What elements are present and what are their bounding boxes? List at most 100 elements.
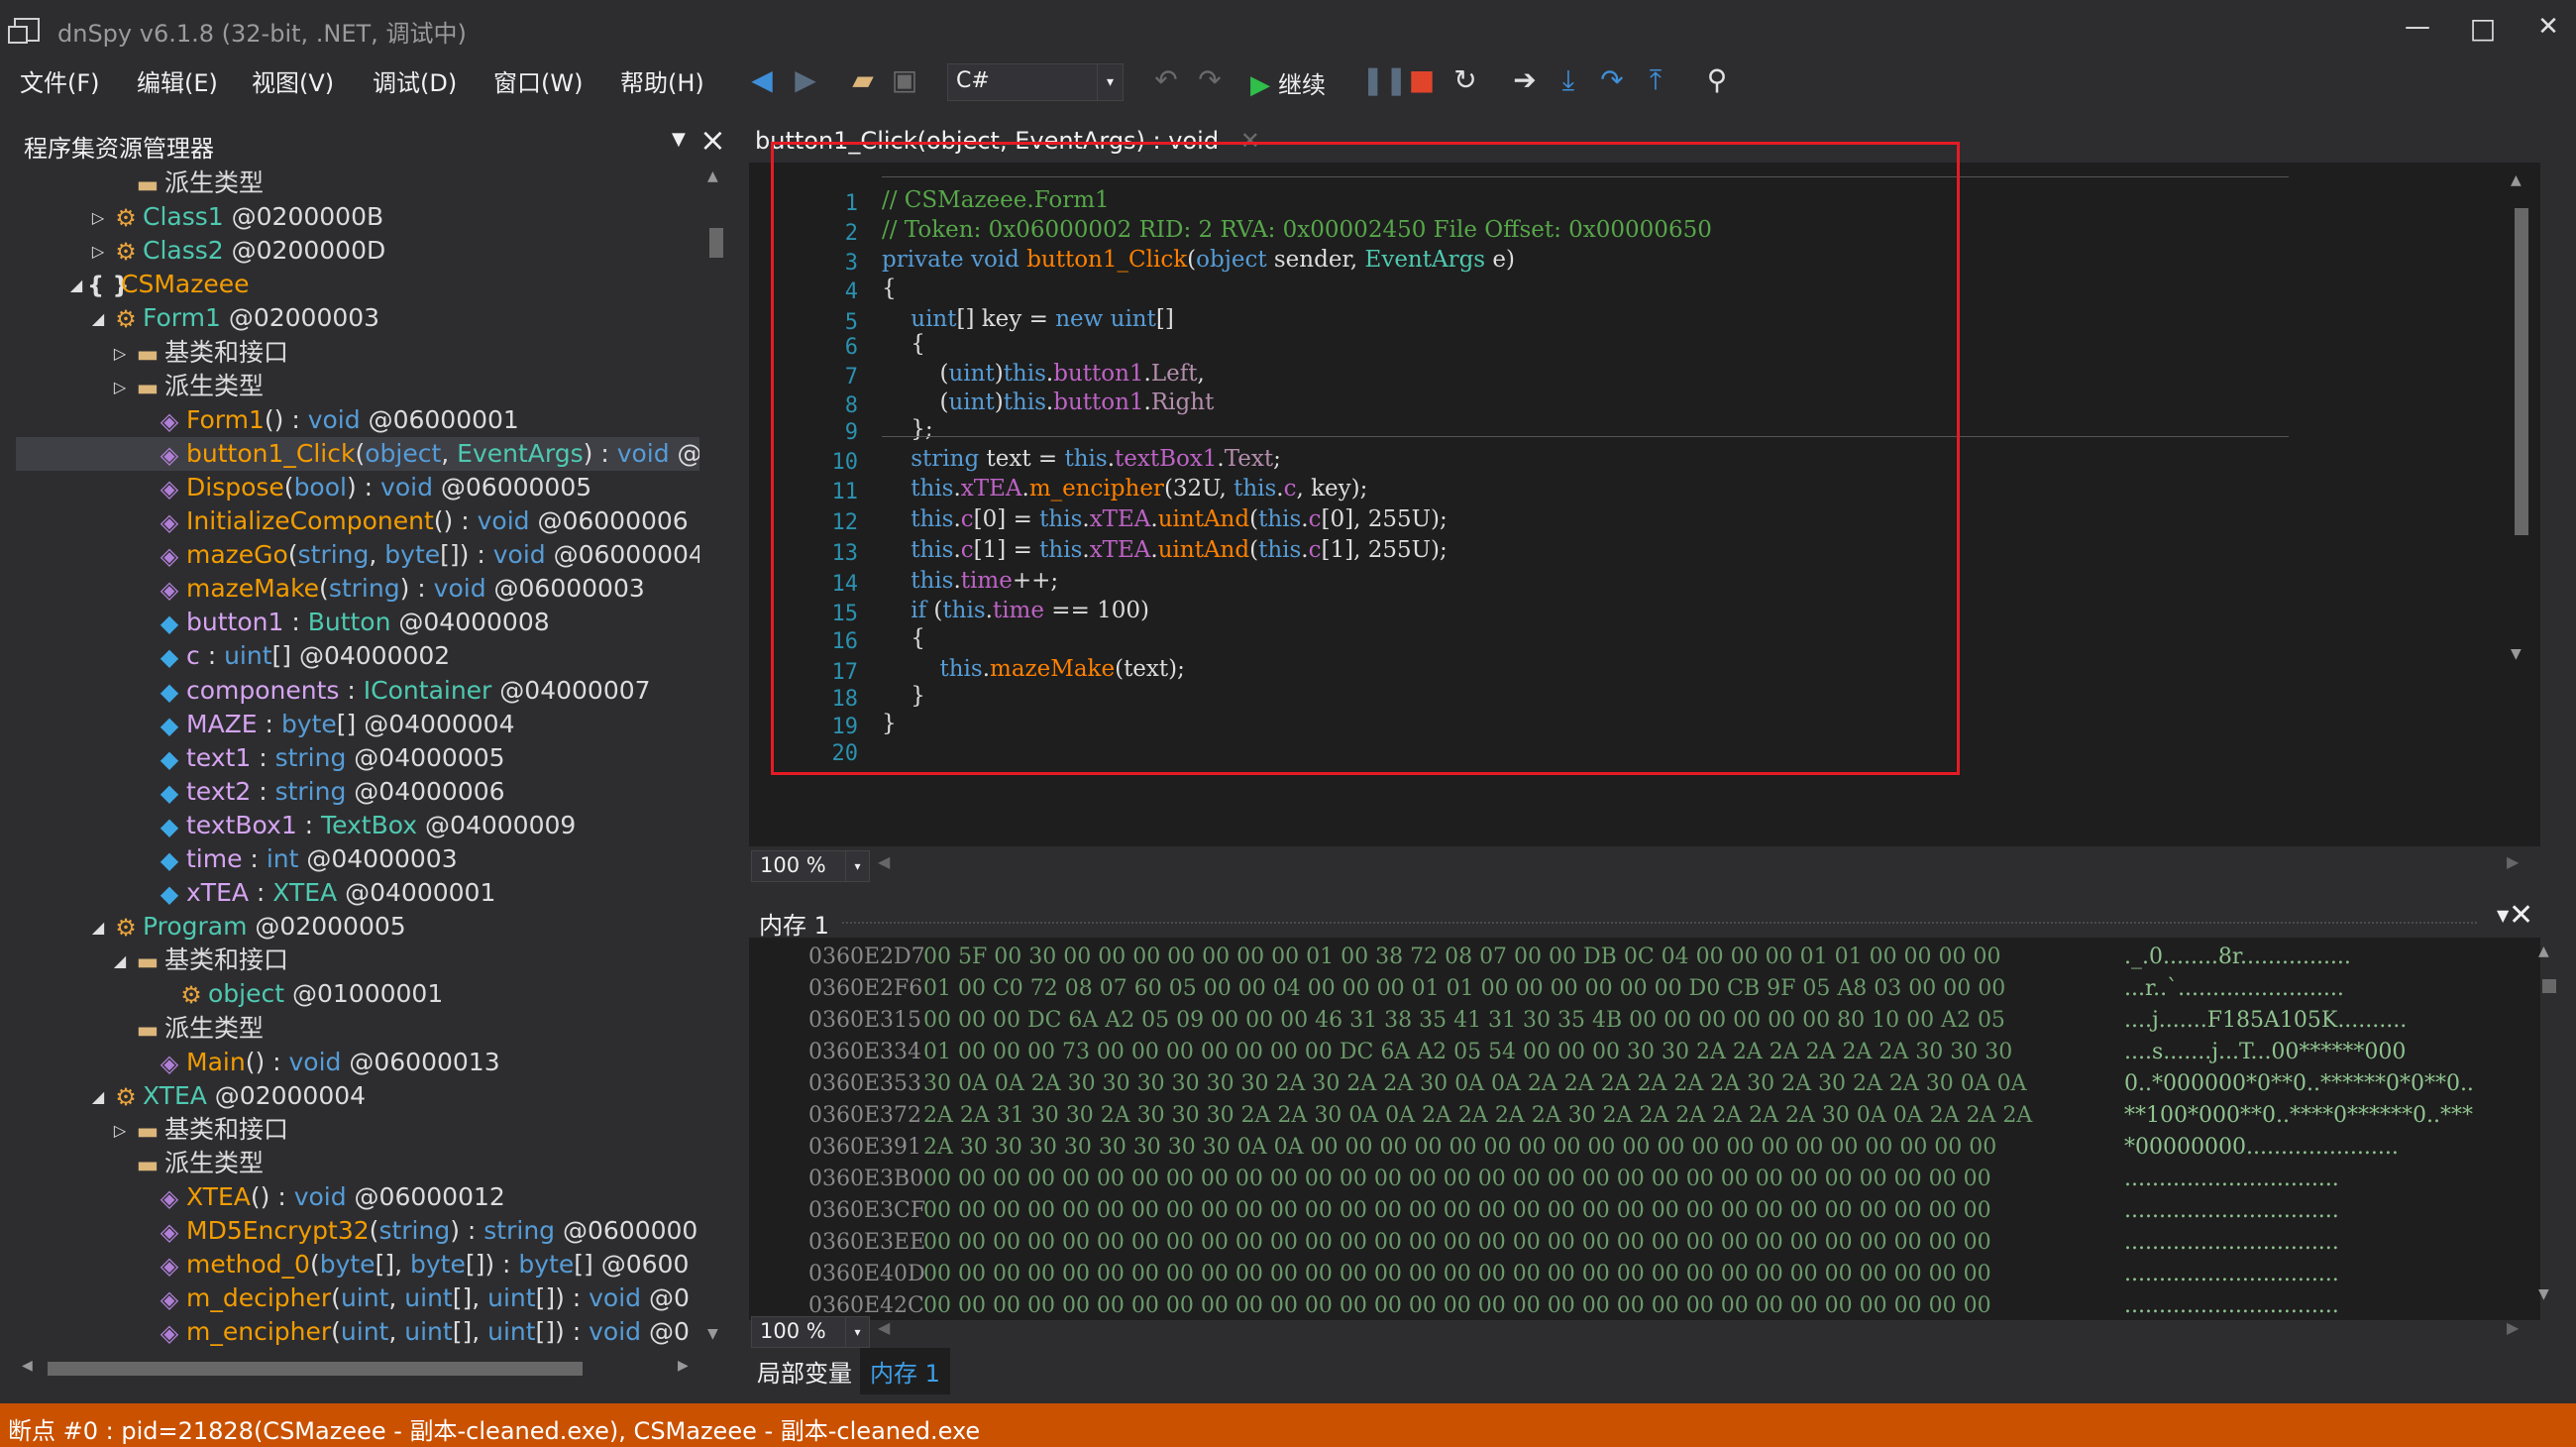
- tree-node[interactable]: ◈ Dispose(bool) : void @06000005: [16, 471, 699, 504]
- memory-row[interactable]: 0360E3EE 00 00 00 00 00 00 00 00 00 00 00…: [749, 1227, 2532, 1259]
- tab-locals[interactable]: 局部变量: [757, 1354, 852, 1389]
- memory-row[interactable]: 0360E315 00 00 00 DC 6A A2 05 09 00 00 00…: [749, 1005, 2532, 1037]
- expand-arrow-icon[interactable]: ▷: [87, 235, 109, 269]
- memory-row[interactable]: 0360E42C 00 00 00 00 00 00 00 00 00 00 00…: [749, 1290, 2532, 1320]
- memory-ascii[interactable]: *00000000......................: [2124, 1132, 2399, 1164]
- explorer-vertical-scrollbar[interactable]: ▲ ▼: [705, 167, 727, 1346]
- memory-zoom-select[interactable]: 100 % ▾: [751, 1316, 870, 1348]
- memory-row[interactable]: 0360E2F6 01 00 C0 72 08 07 60 05 00 00 04…: [749, 973, 2532, 1005]
- memory-row[interactable]: 0360E40D 00 00 00 00 00 00 00 00 00 00 00…: [749, 1259, 2532, 1290]
- memory-row[interactable]: 0360E353 30 0A 0A 2A 30 30 30 30 30 30 2A…: [749, 1068, 2532, 1100]
- scroll-down-icon[interactable]: ▼: [2511, 646, 2522, 662]
- search-icon[interactable]: ⚲: [1700, 63, 1734, 96]
- tree-node[interactable]: ◈ m_decipher(uint, uint[], uint[]) : void…: [16, 1281, 699, 1315]
- scroll-down-icon[interactable]: ▼: [707, 1326, 718, 1342]
- memory-row[interactable]: 0360E334 01 00 00 00 73 00 00 00 00 00 00…: [749, 1037, 2532, 1068]
- memory-hex-bytes[interactable]: 01 00 C0 72 08 07 60 05 00 00 04 00 00 0…: [923, 973, 2005, 1005]
- tree-node[interactable]: ◈ InitializeComponent() : void @06000006: [16, 504, 699, 538]
- memory-ascii[interactable]: 0..*000000*0**0..******0*0**0..: [2124, 1068, 2474, 1100]
- memory-ascii[interactable]: ...............................: [2124, 1195, 2339, 1227]
- chevron-down-icon[interactable]: ▼: [2497, 906, 2509, 925]
- tree-node[interactable]: ◆ xTEA : XTEA @04000001: [16, 876, 699, 910]
- menu-window[interactable]: 窗口(W): [493, 63, 583, 98]
- scroll-down-icon[interactable]: ▼: [2538, 1286, 2549, 1302]
- memory-ascii[interactable]: ....j.......F185A105K..........: [2124, 1005, 2407, 1037]
- scroll-thumb[interactable]: [2542, 979, 2556, 993]
- step-out-icon[interactable]: ⤒: [1639, 63, 1672, 97]
- tree-node[interactable]: ▬ 派生类型: [16, 1147, 699, 1180]
- memory-hex-bytes[interactable]: 30 0A 0A 2A 30 30 30 30 30 30 2A 30 2A 2…: [923, 1068, 2027, 1100]
- memory-hex-view[interactable]: 0360E2D7 00 5F 00 30 00 00 00 00 00 00 00…: [749, 938, 2540, 1320]
- tree-node[interactable]: ▬ 派生类型: [16, 1012, 699, 1046]
- expand-arrow-icon[interactable]: ▷: [109, 1114, 131, 1148]
- editor-zoom-select[interactable]: 100 % ▾: [751, 850, 870, 882]
- menu-view[interactable]: 视图(V): [252, 63, 334, 98]
- open-icon[interactable]: ▰: [846, 63, 880, 96]
- tab-memory1[interactable]: 内存 1: [860, 1348, 950, 1394]
- tree-node[interactable]: ◢ ⚙ Program @02000005: [16, 910, 699, 944]
- memory-hex-bytes[interactable]: 00 00 00 00 00 00 00 00 00 00 00 00 00 0…: [923, 1290, 1991, 1320]
- explorer-horizontal-scrollbar[interactable]: ◀ ▶: [16, 1358, 699, 1380]
- memory-ascii[interactable]: **100*000**0..****0******0..***: [2124, 1100, 2473, 1132]
- menu-debug[interactable]: 调试(D): [373, 63, 457, 98]
- scroll-left-icon[interactable]: ◀: [878, 1318, 890, 1337]
- step-over-icon[interactable]: ↷: [1595, 63, 1629, 96]
- forward-icon[interactable]: ▶: [789, 63, 822, 96]
- memory-row[interactable]: 0360E2D7 00 5F 00 30 00 00 00 00 00 00 00…: [749, 942, 2532, 973]
- memory-hex-bytes[interactable]: 00 00 00 00 00 00 00 00 00 00 00 00 00 0…: [923, 1259, 1991, 1290]
- tree-node[interactable]: ◈ button1_Click(object, EventArgs) : void…: [16, 436, 699, 471]
- expand-arrow-icon[interactable]: ▷: [87, 201, 109, 235]
- tree-node[interactable]: ◈ m_encipher(uint, uint[], uint[]) : void…: [16, 1315, 699, 1349]
- scroll-thumb[interactable]: [48, 1362, 583, 1376]
- memory-ascii[interactable]: ....s.......j...T...00******000: [2124, 1037, 2406, 1068]
- tree-node[interactable]: ◆ c : uint[] @04000002: [16, 639, 699, 673]
- tree-node[interactable]: ◈ Main() : void @06000013: [16, 1046, 699, 1079]
- memory-row[interactable]: 0360E372 2A 2A 31 30 30 2A 30 30 30 2A 2A…: [749, 1100, 2532, 1132]
- language-select[interactable]: C# ▾: [947, 63, 1124, 101]
- tree-node[interactable]: ◆ time : int @04000003: [16, 842, 699, 876]
- tree-node[interactable]: ◆ text2 : string @04000006: [16, 775, 699, 809]
- back-icon[interactable]: ◀: [745, 63, 779, 96]
- memory-hex-bytes[interactable]: 00 00 00 00 00 00 00 00 00 00 00 00 00 0…: [923, 1195, 1991, 1227]
- memory-ascii[interactable]: ...............................: [2124, 1290, 2339, 1320]
- tree-node[interactable]: ◈ XTEA() : void @06000012: [16, 1180, 699, 1214]
- memory-ascii[interactable]: ...............................: [2124, 1227, 2339, 1259]
- menu-edit[interactable]: 编辑(E): [137, 63, 218, 98]
- tree-node[interactable]: ◆ button1 : Button @04000008: [16, 606, 699, 639]
- redo-icon[interactable]: ↷: [1193, 63, 1227, 96]
- memory-hex-bytes[interactable]: 00 00 00 00 00 00 00 00 00 00 00 00 00 0…: [923, 1227, 1991, 1259]
- continue-button[interactable]: ▶ 继续: [1250, 65, 1326, 100]
- maximize-button[interactable]: □: [2463, 12, 2503, 45]
- expand-arrow-icon[interactable]: ▷: [109, 371, 131, 404]
- save-icon[interactable]: ▣: [888, 63, 921, 96]
- memory-ascii[interactable]: ...............................: [2124, 1259, 2339, 1290]
- memory-ascii[interactable]: ._.0........8r................: [2124, 942, 2351, 973]
- tree-node[interactable]: ▬ 派生类型: [16, 167, 699, 200]
- chevron-down-icon[interactable]: ▼: [672, 129, 686, 150]
- scroll-thumb[interactable]: [709, 228, 723, 258]
- expand-arrow-icon[interactable]: ▷: [109, 337, 131, 371]
- scroll-up-icon[interactable]: ▲: [2511, 172, 2532, 188]
- close-icon[interactable]: ✕: [2509, 898, 2533, 933]
- restart-icon[interactable]: ↻: [1449, 63, 1482, 96]
- collapse-arrow-icon[interactable]: ◢: [109, 945, 131, 978]
- memory-hex-bytes[interactable]: 00 5F 00 30 00 00 00 00 00 00 00 01 00 3…: [923, 942, 2001, 973]
- memory-row[interactable]: 0360E3CF 00 00 00 00 00 00 00 00 00 00 00…: [749, 1195, 2532, 1227]
- scroll-up-icon[interactable]: ▲: [2538, 944, 2560, 959]
- menu-help[interactable]: 帮助(H): [620, 63, 704, 98]
- minimize-button[interactable]: —: [2398, 12, 2437, 42]
- tree-node[interactable]: ⚙ object @01000001: [16, 977, 699, 1011]
- tree-node[interactable]: ◈ mazeMake(string) : void @06000003: [16, 572, 699, 606]
- close-button[interactable]: ✕: [2528, 12, 2568, 42]
- collapse-arrow-icon[interactable]: ◢: [87, 911, 109, 945]
- tree-node[interactable]: ◈ method_0(byte[], byte[]) : byte[] @0600: [16, 1248, 699, 1281]
- tree-node[interactable]: ◆ components : IContainer @04000007: [16, 674, 699, 708]
- pause-icon[interactable]: ❚❚: [1361, 63, 1408, 96]
- memory-hex-bytes[interactable]: 01 00 00 00 73 00 00 00 00 00 00 00 DC 6…: [923, 1037, 2012, 1068]
- tree-node[interactable]: ▷ ▬ 基类和接口: [16, 1113, 699, 1147]
- memory-hex-bytes[interactable]: 2A 30 30 30 30 30 30 30 30 0A 0A 00 00 0…: [923, 1132, 1996, 1164]
- tree-node[interactable]: ◆ textBox1 : TextBox @04000009: [16, 809, 699, 842]
- collapse-arrow-icon[interactable]: ◢: [65, 269, 87, 302]
- tree-node[interactable]: ◈ mazeGo(string, byte[]) : void @06000004: [16, 538, 699, 572]
- stop-icon[interactable]: ■: [1405, 63, 1439, 96]
